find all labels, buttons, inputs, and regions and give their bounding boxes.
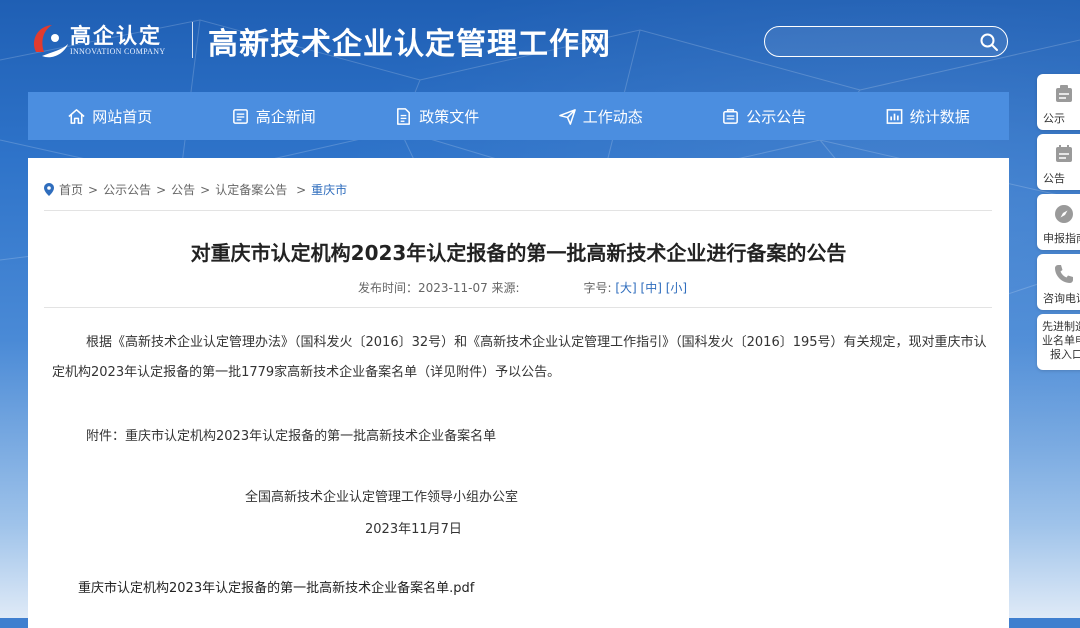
- nav-label: 公示公告: [746, 107, 807, 126]
- chart-icon: [886, 108, 903, 124]
- sidebar-label: 咨询电话: [1043, 292, 1080, 305]
- calendar-icon: [1056, 145, 1072, 162]
- nav-item-news[interactable]: 高企新闻: [192, 92, 356, 140]
- breadcrumb: 首页 > 公示公告 > 公告 > 认定备案公告 > 重庆市: [44, 181, 347, 198]
- sidebar-label-line: 报入口: [1050, 348, 1080, 361]
- compass-icon: [1055, 205, 1073, 223]
- signature-organization: 全国高新技术企业认定管理工作领导小组办公室: [245, 490, 519, 505]
- sidebar-item-publicity[interactable]: 公示: [1037, 74, 1080, 130]
- search-box: [764, 26, 1008, 57]
- logo-text: 高企认定: [70, 24, 162, 48]
- publish-info: 发布时间：2023-11-07 来源:: [358, 281, 520, 295]
- breadcrumb-current[interactable]: 重庆市: [311, 181, 347, 198]
- article-paragraph: 根据《高新技术企业认定管理办法》（国科发火〔2016〕32号）和《高新技术企业认…: [52, 335, 987, 380]
- font-size-medium-button[interactable]: [中]: [641, 281, 662, 295]
- font-size-label: 字号:: [583, 281, 612, 295]
- nav-label: 高企新闻: [255, 107, 316, 126]
- nav-label: 统计数据: [909, 107, 970, 126]
- signature-date: 2023年11月7日: [365, 522, 462, 537]
- sidebar-item-manufacturing-entry[interactable]: 先进制造 业名单申 报入口: [1037, 314, 1080, 370]
- news-icon: [232, 108, 248, 124]
- nav-item-home[interactable]: 网站首页: [28, 92, 192, 140]
- phone-icon: [1055, 265, 1073, 283]
- home-icon: [68, 108, 85, 124]
- main-nav: 网站首页 高企新闻 政策文件 工作动态 公示公告 统计数据: [28, 92, 1009, 140]
- site-title: 高新技术企业认定管理工作网: [208, 27, 611, 62]
- breadcrumb-notices[interactable]: 公示公告: [103, 181, 151, 198]
- sidebar-multiline-label: 先进制造 业名单申 报入口: [1042, 320, 1080, 362]
- breadcrumb-home[interactable]: 首页: [59, 181, 83, 198]
- clipboard-icon: [1056, 85, 1072, 102]
- nav-label: 网站首页: [92, 107, 153, 126]
- article-title: 对重庆市认定机构2023年认定报备的第一批高新技术企业进行备案的公告: [190, 241, 847, 265]
- logo-mark-icon: [33, 25, 68, 58]
- breadcrumb-separator: >: [292, 182, 307, 197]
- logo-subtext: INNOVATION COMPANY: [70, 47, 166, 56]
- article-panel: 首页 > 公示公告 > 公告 > 认定备案公告 > 重庆市 对重庆市认定机构20…: [28, 158, 1009, 628]
- attachment-line: 附件：重庆市认定机构2023年认定报备的第一批高新技术企业备案名单: [86, 429, 497, 444]
- nav-item-notice[interactable]: 公示公告: [682, 92, 846, 140]
- divider: [44, 210, 992, 211]
- sidebar-item-hotline[interactable]: 咨询电话: [1037, 254, 1080, 310]
- notice-icon: [723, 108, 739, 124]
- nav-item-work[interactable]: 工作动态: [519, 92, 683, 140]
- breadcrumb-filing[interactable]: 认定备案公告: [215, 181, 287, 198]
- sidebar-label: 公示: [1043, 112, 1065, 125]
- site-header: 高企认定 INNOVATION COMPANY 高新技术企业认定管理工作网: [0, 0, 1080, 90]
- search-icon[interactable]: [979, 32, 999, 52]
- nav-item-stats[interactable]: 统计数据: [846, 92, 1010, 140]
- nav-label: 工作动态: [582, 107, 643, 126]
- font-size-large-button[interactable]: [大]: [615, 281, 636, 295]
- breadcrumb-separator: >: [88, 182, 99, 197]
- article-meta: 发布时间：2023-11-07 来源: 字号: [大] [中] [小]: [358, 279, 687, 296]
- sidebar-label-line: 业名单申: [1042, 334, 1080, 347]
- search-input[interactable]: [779, 31, 973, 53]
- location-pin-icon: [44, 183, 54, 196]
- header-divider: [192, 22, 193, 58]
- breadcrumb-separator: >: [156, 182, 167, 197]
- nav-item-policy[interactable]: 政策文件: [355, 92, 519, 140]
- font-size-small-button[interactable]: [小]: [666, 281, 687, 295]
- document-icon: [397, 107, 411, 125]
- divider: [44, 307, 992, 308]
- attachment-pdf-link[interactable]: 重庆市认定机构2023年认定报备的第一批高新技术企业备案名单.pdf: [78, 577, 474, 596]
- site-logo[interactable]: 高企认定 INNOVATION COMPANY: [28, 18, 188, 62]
- sidebar-label: 申报指南: [1043, 232, 1080, 245]
- sidebar-item-guide[interactable]: 申报指南: [1037, 194, 1080, 250]
- breadcrumb-separator: >: [200, 182, 211, 197]
- breadcrumb-announcement[interactable]: 公告: [171, 181, 195, 198]
- send-icon: [558, 108, 576, 125]
- sidebar-label-line: 先进制造: [1042, 320, 1080, 333]
- sidebar-label: 公告: [1043, 172, 1065, 185]
- nav-label: 政策文件: [419, 107, 480, 126]
- sidebar-item-announcement[interactable]: 公告: [1037, 134, 1080, 190]
